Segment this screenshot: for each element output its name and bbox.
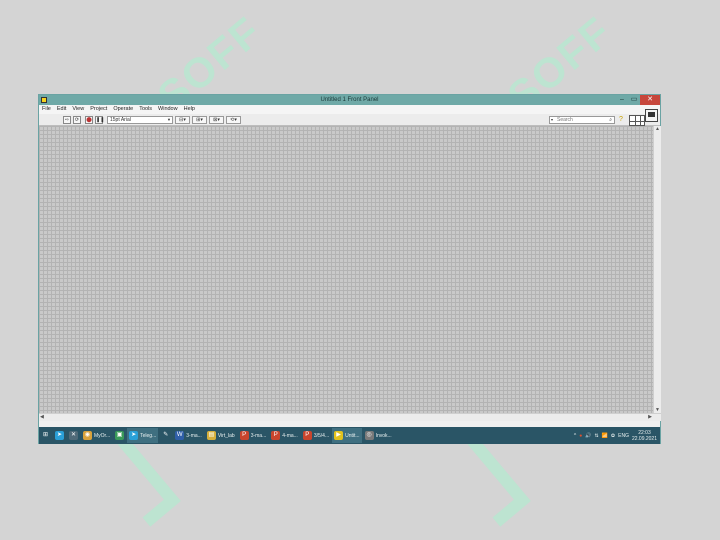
search-icon[interactable]: ⌕ [609,117,612,123]
taskbar-item[interactable]: ➤ [53,428,66,443]
menu-view[interactable]: View [72,105,84,114]
search-placeholder: Search [557,117,573,123]
signal-icon[interactable]: 📶 [602,433,608,439]
front-panel-canvas[interactable] [39,126,653,413]
minimize-button[interactable]: – [616,95,628,105]
window-title: Untitled 1 Front Panel [320,97,379,103]
app-icon-x: ✕ [69,431,78,440]
toolbar: ⇨ ⟳ ⬤ ❚❚ 15pt Arial ▼ ⊟▾ ⊞▾ ⊠▾ ⟲▾ ▾ Sear… [39,109,660,126]
taskbar-item-label: Untit... [345,432,360,439]
labview-icon: ▶ [334,431,344,440]
menu-file[interactable]: File [42,105,51,114]
menu-window[interactable]: Window [158,105,178,114]
taskbar-item[interactable]: P 3/5/4... [301,428,331,443]
abort-icon[interactable]: ⬤ [85,116,93,124]
front-panel-window: Untitled 1 Front Panel – ▭ ✕ File Edit V… [38,94,661,444]
taskbar-item-label: Virt_lab [217,432,235,439]
clock[interactable]: 22:03 22.09.2021 [632,430,657,442]
taskbar-item-label: MyOr... [94,432,111,439]
powerpoint-icon-3: P [302,431,312,440]
search-options-icon[interactable]: ▾ [551,117,553,123]
vertical-scrollbar[interactable]: ▲ ▼ [653,126,661,413]
start-icon: ⊞ [41,431,50,440]
antivirus-icon[interactable]: ● [579,433,582,439]
connector-pane-icon[interactable] [629,115,645,126]
taskbar-item-label: 3-ma... [186,432,202,439]
taskbar-item-label: 4-ma... [282,432,298,439]
system-tray: ^ ● 🔊 ⇅ 📶 ✿ ENG 22:03 22.09.2021 [574,430,660,442]
taskbar-item-label: 3-ma... [250,432,267,439]
chrome-icon: ◉ [83,431,92,440]
taskbar-item[interactable]: ◎ Invok... [363,428,394,443]
taskbar-item[interactable]: ▤ Virt_lab [205,428,237,443]
pen-icon: ✎ [161,431,171,440]
clock-date: 22.09.2021 [631,435,657,442]
menu-operate[interactable]: Operate [113,105,133,114]
title-bar[interactable]: Untitled 1 Front Panel – ▭ ✕ [39,95,660,105]
distribute-objects-dropdown[interactable]: ⊞▾ [192,116,207,124]
search-field[interactable]: ▾ Search ⌕ [549,116,615,124]
taskbar-item-label: Teleg... [140,432,157,439]
tray-overflow-icon[interactable]: ^ [574,433,576,439]
maximize-button[interactable]: ▭ [628,95,640,105]
taskbar-item[interactable]: ✎ [159,428,172,443]
context-help-icon[interactable]: ? [619,116,626,124]
font-select[interactable]: 15pt Arial ▼ [107,116,173,124]
scroll-left-icon[interactable]: ◀ [40,414,44,420]
taskbar-item[interactable]: P 3-ma... [238,428,269,443]
taskbar-item[interactable]: W 3-ma... [173,428,204,443]
tray-app-icon[interactable]: ✿ [611,433,615,439]
taskbar-item-label: 3/5/4... [313,432,330,439]
run-continuously-icon[interactable]: ⟳ [73,116,81,124]
vi-icon[interactable] [645,109,658,122]
telegram-window-icon: ➤ [129,431,139,440]
taskbar-item[interactable]: ➤ Teleg... [127,428,159,443]
taskbar: ⊞ ➤ ✕ ◉ MyOr... ▣ ➤ Teleg... ✎ W 3-ma... ▤ Virt_lab P… [39,427,660,444]
menu-bar: File Edit View Project Operate Tools Win… [39,105,660,114]
close-button[interactable]: ✕ [640,95,660,105]
scroll-up-icon[interactable]: ▲ [654,126,661,132]
menu-edit[interactable]: Edit [57,105,66,114]
word-icon: W [175,431,185,440]
font-select-value: 15pt Arial [110,117,131,123]
pause-icon[interactable]: ❚❚ [95,116,104,124]
search-app-icon: ◎ [364,431,374,440]
powerpoint-icon-2: P [271,431,281,440]
volume-icon[interactable]: 🔊 [585,433,591,439]
powerpoint-icon-1: P [239,431,249,440]
store-icon: ▣ [115,431,125,440]
taskbar-item[interactable]: ◉ MyOr... [81,428,112,443]
menu-project[interactable]: Project [90,105,107,114]
taskbar-item[interactable]: ✕ [67,428,80,443]
window-controls: – ▭ ✕ [616,95,660,105]
taskbar-item[interactable]: ▣ [113,428,126,443]
scroll-right-icon[interactable]: ▶ [648,414,652,420]
menu-tools[interactable]: Tools [139,105,152,114]
telegram-icon: ➤ [55,431,64,440]
chevron-down-icon: ▼ [167,117,171,122]
network-icon[interactable]: ⇅ [594,433,598,439]
run-arrow-icon[interactable]: ⇨ [63,116,71,124]
taskbar-item[interactable]: ⊞ [39,428,52,443]
taskbar-item-label: Invok... [375,432,392,439]
language-indicator[interactable]: ENG [618,433,629,439]
folder-icon: ▤ [206,431,216,440]
menu-help[interactable]: Help [184,105,195,114]
taskbar-item[interactable]: P 4-ma... [269,428,300,443]
horizontal-scrollbar[interactable]: ◀ ▶ [39,413,661,421]
reorder-dropdown[interactable]: ⟲▾ [226,116,241,124]
align-objects-dropdown[interactable]: ⊟▾ [175,116,190,124]
taskbar-item[interactable]: ▶ Untit... [332,428,362,443]
resize-objects-dropdown[interactable]: ⊠▾ [209,116,224,124]
